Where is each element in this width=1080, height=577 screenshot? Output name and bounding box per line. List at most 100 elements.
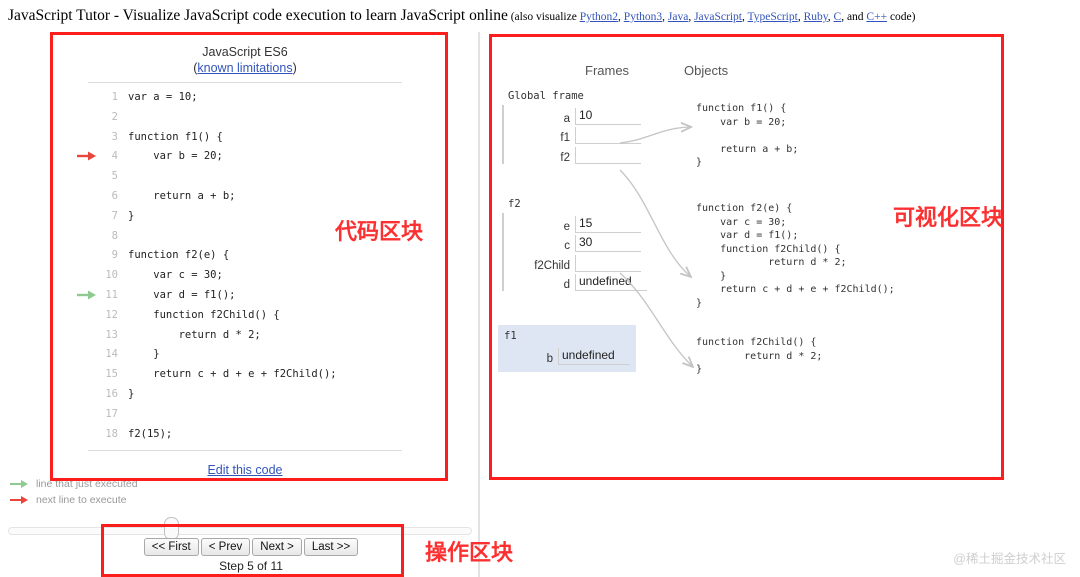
code-panel: JavaScript ES6 (known limitations) 1 var … — [77, 44, 402, 477]
frame-variable-row: d undefined — [508, 272, 647, 291]
code-line-number: 1 — [111, 91, 118, 103]
frame-variables: e 15 c 30 f2Child d undefined — [502, 213, 647, 291]
link-c[interactable]: C — [834, 11, 842, 23]
code-line-text: f2(15); — [128, 427, 173, 440]
variable-name: e — [563, 220, 570, 233]
code-line: 18 f2(15); — [88, 425, 402, 445]
stack-frame-global: Global frame a 10 f1 f2 — [502, 90, 641, 164]
code-line-text: var d = f1(); — [128, 288, 236, 301]
code-line-text: var b = 20; — [128, 150, 223, 163]
next-button[interactable]: Next > — [252, 538, 302, 556]
code-line-number: 10 — [105, 269, 118, 282]
frame-variables: b undefined — [498, 345, 630, 365]
link-ruby[interactable]: Ruby — [804, 11, 828, 23]
variable-value — [575, 146, 641, 164]
variable-value: 10 — [575, 107, 641, 125]
object-function-f1: function f1() { var b = 20; return a + b… — [696, 103, 799, 168]
code-line-number: 8 — [111, 229, 118, 242]
code-line: 2 — [88, 108, 402, 128]
frame-variable-row: e 15 — [508, 213, 647, 233]
code-line-number: 13 — [105, 328, 118, 341]
known-limitations-link[interactable]: known limitations — [197, 61, 292, 75]
red-arrow-icon — [10, 496, 28, 504]
variable-name: f2Child — [534, 259, 570, 272]
step-counter-label: Step 5 of 11 — [219, 559, 283, 573]
header-and-word: and — [846, 11, 864, 23]
frame-title: Global frame — [508, 90, 584, 102]
code-line-number: 2 — [111, 110, 118, 123]
watermark: @稀土掘金技术社区 — [953, 552, 1066, 566]
code-line: 4 var b = 20; — [77, 147, 402, 167]
code-line: 10 var c = 30; — [88, 266, 402, 286]
code-line-number: 11 — [105, 288, 118, 301]
legend-row-next-line: next line to execute — [8, 492, 138, 508]
language-title: JavaScript ES6 — [202, 45, 288, 59]
code-line-text: } — [128, 387, 135, 400]
code-line: 13 return d * 2; — [88, 326, 402, 346]
green-arrow-icon — [10, 480, 28, 488]
header-also-visualize: (also visualize Python2, Python3, Java, … — [510, 11, 916, 23]
stack-frame-f2: f2 e 15 c 30 f2Child d undefined — [502, 198, 647, 291]
object-function-f2: function f2(e) { var c = 30; var d = f1(… — [696, 203, 895, 309]
code-line-number: 14 — [105, 348, 118, 361]
frame-variable-row: b undefined — [502, 345, 630, 365]
legend-label-just-executed: line that just executed — [36, 478, 138, 490]
link-java[interactable]: Java — [668, 11, 688, 23]
annotation-label-viz-region: 可视化区块 — [893, 205, 1004, 230]
frame-variable-row: f2 — [508, 144, 641, 164]
variable-value: undefined — [575, 274, 647, 291]
page-vertical-divider — [478, 32, 480, 577]
link-python3[interactable]: Python3 — [624, 11, 662, 23]
variable-name: f2 — [560, 151, 570, 164]
last-button[interactable]: Last >> — [303, 538, 359, 556]
code-line: 6 return a + b; — [88, 187, 402, 207]
code-line-text: return c + d + e + f2Child(); — [128, 368, 337, 381]
code-line-text: function f2Child() { — [128, 308, 280, 321]
code-line-number: 15 — [105, 368, 118, 381]
frame-title: f2 — [508, 198, 521, 210]
frame-variables: a 10 f1 f2 — [502, 105, 641, 164]
legend-row-just-executed: line that just executed — [8, 476, 138, 492]
annotation-label-code-region: 代码区块 — [335, 219, 424, 244]
code-line: 9 function f2(e) { — [88, 246, 402, 266]
object-function-f2child: function f2Child() { return d * 2; } — [696, 337, 823, 375]
code-line-number: 12 — [105, 308, 118, 321]
execution-legend: line that just executed next line to exe… — [8, 476, 138, 508]
code-line: 12 function f2Child() { — [88, 306, 402, 326]
link-python2[interactable]: Python2 — [580, 11, 618, 23]
code-line-text: } — [128, 209, 135, 222]
page-title: JavaScript Tutor - Visualize JavaScript … — [8, 7, 508, 24]
code-line: 16} — [88, 385, 402, 405]
step-slider-track[interactable] — [8, 527, 472, 535]
link-typescript[interactable]: TypeScript — [748, 11, 798, 23]
code-line-text: return a + b; — [128, 189, 236, 202]
code-line: 3 function f1() { — [88, 128, 402, 148]
code-line: 14 } — [88, 345, 402, 365]
frame-variable-row: a 10 — [508, 105, 641, 125]
prev-button[interactable]: < Prev — [200, 538, 251, 556]
code-line-text: } — [128, 348, 160, 361]
code-line: 17 — [88, 405, 402, 425]
code-line-number: 6 — [111, 189, 118, 202]
stack-frame-f1: f1 b undefined — [498, 325, 636, 372]
variable-name: d — [563, 279, 570, 291]
code-line-number: 5 — [111, 170, 118, 183]
code-panel-header: JavaScript ES6 (known limitations) — [88, 44, 402, 76]
first-button[interactable]: << First — [143, 538, 199, 556]
code-line-number: 17 — [105, 407, 118, 420]
code-line-text: function f2(e) { — [128, 249, 230, 262]
link-javascript[interactable]: JavaScript — [694, 11, 742, 23]
page-header: JavaScript Tutor - Visualize JavaScript … — [8, 6, 1072, 27]
code-line-text: function f1() { — [128, 130, 223, 143]
code-line: 1 var a = 10; — [88, 88, 402, 108]
legend-label-next-line: next line to execute — [36, 494, 127, 506]
code-line-text: return d * 2; — [128, 328, 261, 341]
code-divider-bottom — [88, 450, 402, 452]
code-line: 5 — [88, 167, 402, 187]
code-line-number: 16 — [105, 387, 118, 400]
execution-controls: << First < Prev Next > Last >> Step 5 of 11 — [126, 537, 376, 573]
edit-this-code-link[interactable]: Edit this code — [207, 463, 282, 477]
link-cpp[interactable]: C++ — [866, 11, 887, 23]
code-line-number: 7 — [111, 209, 118, 222]
variable-value: 30 — [575, 235, 641, 252]
